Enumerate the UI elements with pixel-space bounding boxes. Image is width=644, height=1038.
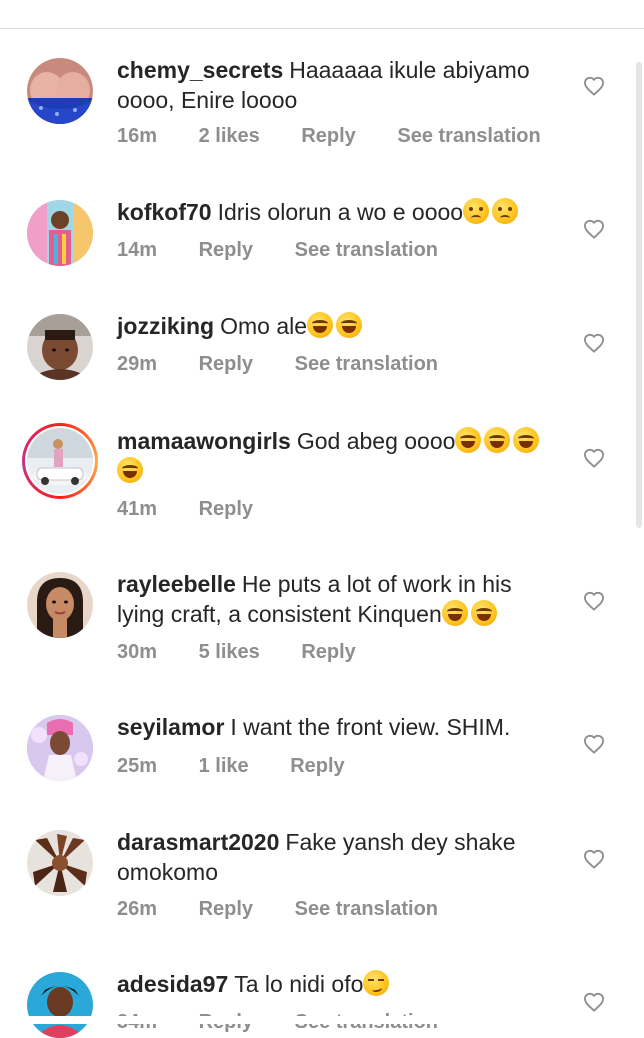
comment-username[interactable]: adesida97 (117, 971, 228, 997)
comment-username[interactable]: kofkof70 (117, 199, 212, 225)
heart-icon[interactable] (583, 333, 605, 353)
comment-username[interactable]: mamaawongirls (117, 428, 291, 454)
avatar[interactable] (27, 572, 93, 638)
comment-time: 30m (117, 641, 158, 663)
face-with-tears-of-joy-emoji (441, 600, 468, 626)
smirking-face-emoji (363, 970, 390, 996)
story-ring[interactable] (22, 423, 98, 499)
face-with-tears-of-joy-emoji (470, 600, 497, 626)
comment-text-block: darasmart2020 Fake yansh dey shake omokom… (117, 827, 557, 887)
comment-body: Ta lo nidi ofo (234, 971, 364, 997)
comment-username[interactable]: darasmart2020 (117, 829, 279, 855)
comment-username[interactable]: jozziking (117, 313, 214, 339)
comment-meta: 14m Reply See translation (117, 239, 474, 262)
comment-time: 16m (117, 125, 158, 147)
comment-likes[interactable]: 5 likes (199, 641, 260, 663)
avatar[interactable] (27, 830, 93, 896)
crying-face-emoji (463, 198, 490, 224)
comment-meta: 41m Reply (117, 498, 289, 521)
comment-text-block: seyilamor I want the front view. SHIM. (117, 712, 557, 742)
avatar[interactable] (27, 58, 93, 124)
reply-button[interactable]: Reply (199, 498, 253, 520)
comment-meta: 16m 2 likes Reply See translation (117, 125, 577, 148)
heart-icon[interactable] (583, 734, 605, 754)
heart-icon[interactable] (583, 591, 605, 611)
face-with-tears-of-joy-emoji (484, 427, 511, 453)
avatar[interactable] (27, 715, 93, 781)
comment-meta: 30m 5 likes Reply (117, 641, 392, 664)
comment-likes[interactable]: 2 likes (199, 125, 260, 147)
comment-text-block: mamaawongirls God abeg oooo (117, 426, 557, 486)
comment-username[interactable]: chemy_secrets (117, 57, 283, 83)
heart-icon[interactable] (583, 992, 605, 1012)
bottom-edge (0, 1016, 644, 1024)
reply-button[interactable]: Reply (199, 898, 253, 920)
comment-text-block: adesida97 Ta lo nidi ofo (117, 969, 557, 999)
face-with-tears-of-joy-emoji (117, 457, 143, 483)
see-translation-button[interactable]: See translation (295, 239, 438, 261)
comment-username[interactable]: rayleebelle (117, 571, 236, 597)
comment-time: 41m (117, 498, 158, 520)
comment-body: I want the front view. SHIM. (230, 714, 511, 740)
comment-time: 25m (117, 755, 158, 777)
reply-button[interactable]: Reply (301, 125, 355, 147)
heart-icon[interactable] (583, 76, 605, 96)
top-divider (0, 28, 644, 29)
face-with-tears-of-joy-emoji (307, 312, 334, 338)
heart-icon[interactable] (583, 448, 605, 468)
comment-body: God abeg oooo (296, 428, 456, 454)
avatar[interactable] (27, 428, 93, 494)
comment-body: Omo ale (220, 313, 308, 339)
comment-text-block: rayleebelle He puts a lot of work in his … (117, 569, 557, 629)
reply-button[interactable]: Reply (199, 353, 253, 375)
comment-meta: 26m Reply See translation (117, 898, 474, 921)
comment-meta: 29m Reply See translation (117, 353, 474, 376)
comment-time: 26m (117, 898, 158, 920)
face-with-tears-of-joy-emoji (336, 312, 363, 338)
face-with-tears-of-joy-emoji (513, 427, 540, 453)
comment-meta: 25m 1 like Reply (117, 755, 381, 778)
comment-text-block: kofkof70 Idris olorun a wo e oooo (117, 197, 557, 227)
see-translation-button[interactable]: See translation (295, 898, 438, 920)
heart-icon[interactable] (583, 219, 605, 239)
comment-text-block: chemy_secrets Haaaaaa ikule abiyamo oooo,… (117, 55, 557, 115)
heart-icon[interactable] (583, 849, 605, 869)
face-with-tears-of-joy-emoji (455, 427, 482, 453)
see-translation-button[interactable]: See translation (295, 353, 438, 375)
comment-body: Idris olorun a wo e oooo (217, 199, 464, 225)
see-translation-button[interactable]: See translation (397, 125, 540, 147)
avatar[interactable] (27, 314, 93, 380)
comment-username[interactable]: seyilamor (117, 714, 224, 740)
comment-likes[interactable]: 1 like (199, 755, 249, 777)
reply-button[interactable]: Reply (199, 239, 253, 261)
avatar[interactable] (27, 200, 93, 266)
crying-face-emoji (492, 198, 519, 224)
avatar[interactable] (27, 972, 93, 1038)
comment-time: 14m (117, 239, 158, 261)
reply-button[interactable]: Reply (301, 641, 355, 663)
comment-time: 29m (117, 353, 158, 375)
reply-button[interactable]: Reply (290, 755, 344, 777)
comment-text-block: jozziking Omo ale (117, 311, 557, 341)
scrollbar[interactable] (636, 62, 642, 528)
